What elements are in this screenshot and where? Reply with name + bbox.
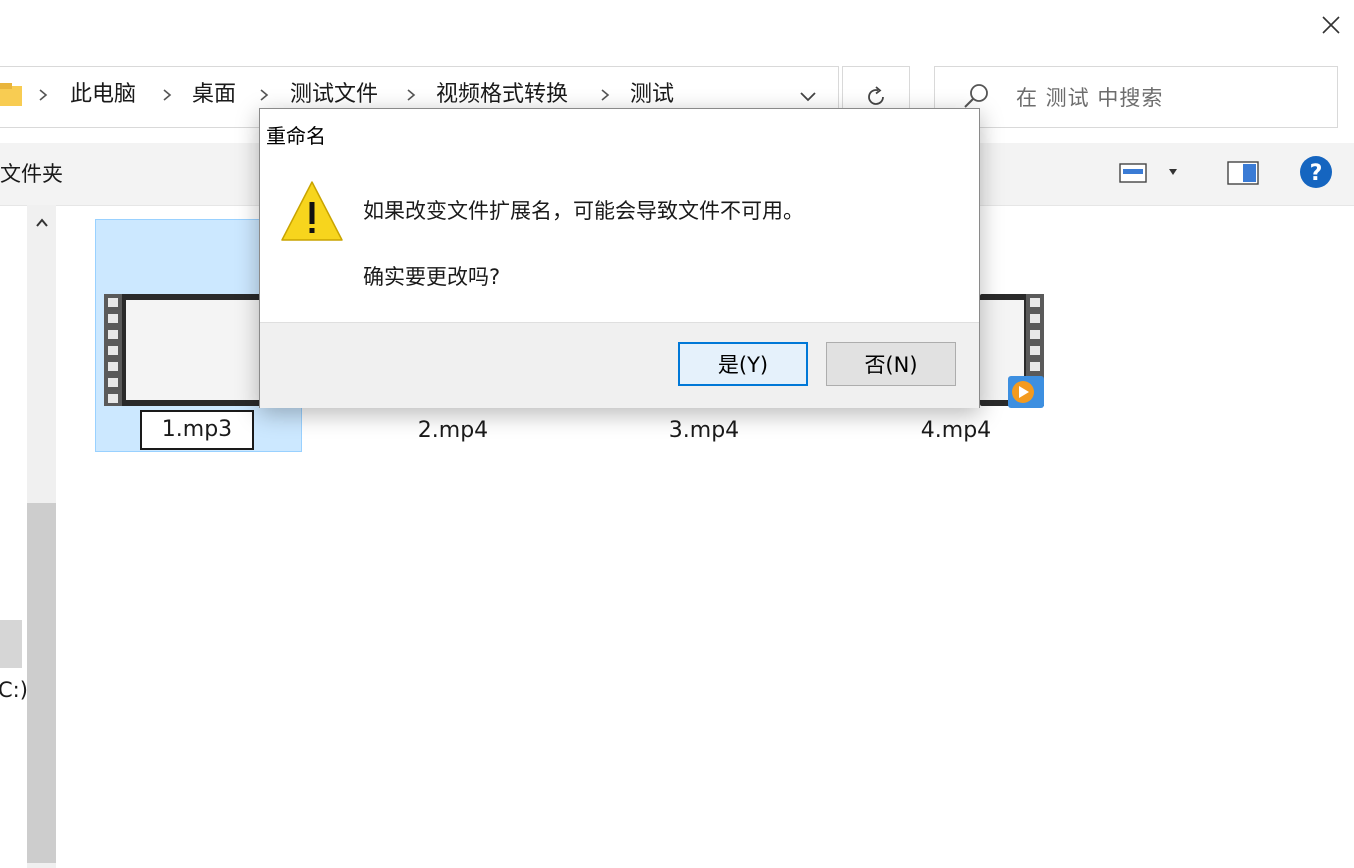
nav-drive-label[interactable]: C:)	[0, 678, 28, 702]
dialog-question: 确实要更改吗?	[363, 265, 501, 289]
chevron-right-icon[interactable]	[404, 84, 418, 106]
help-button[interactable]: ?	[1299, 155, 1333, 193]
preview-pane-button[interactable]	[1227, 160, 1261, 190]
chevron-right-icon[interactable]	[160, 84, 174, 106]
help-icon: ?	[1300, 156, 1332, 188]
breadcrumb-video-conversion[interactable]: 视频格式转换	[436, 80, 568, 110]
chevron-right-icon[interactable]	[36, 84, 50, 106]
view-icon	[1119, 163, 1177, 183]
chevron-down-icon	[800, 92, 816, 102]
view-options-button[interactable]	[1118, 160, 1188, 190]
rename-input[interactable]: 1.mp3	[140, 410, 254, 450]
chevron-right-icon[interactable]	[598, 84, 612, 106]
chevron-up-icon	[35, 218, 48, 227]
breadcrumb-test-files[interactable]: 测试文件	[290, 80, 378, 110]
yes-button[interactable]: 是(Y)	[678, 342, 808, 386]
close-icon	[1322, 16, 1340, 34]
dialog-message: 如果改变文件扩展名，可能会导致文件不可用。	[363, 199, 804, 223]
no-button[interactable]: 否(N)	[826, 342, 956, 386]
refresh-icon	[868, 86, 884, 105]
warning-icon	[279, 178, 345, 244]
breadcrumb-this-pc[interactable]: 此电脑	[70, 80, 136, 110]
nav-pane-scroll-thumb[interactable]	[27, 503, 56, 863]
svg-text:?: ?	[1310, 161, 1323, 186]
video-thumbnail	[104, 294, 264, 406]
breadcrumb-test[interactable]: 测试	[630, 80, 674, 110]
file-name[interactable]: 3.mp4	[614, 418, 794, 443]
new-folder-button[interactable]: 文件夹	[0, 158, 63, 188]
search-placeholder: 在 测试 中搜索	[1016, 86, 1164, 110]
dialog-title: 重命名	[266, 124, 326, 148]
preview-pane-icon	[1227, 161, 1259, 185]
scroll-up-button[interactable]	[27, 208, 56, 238]
breadcrumb-desktop[interactable]: 桌面	[192, 80, 236, 110]
file-name[interactable]: 4.mp4	[866, 418, 1046, 443]
folder-icon	[0, 80, 22, 108]
chevron-right-icon[interactable]	[257, 84, 271, 106]
media-player-icon	[1006, 374, 1046, 414]
close-button[interactable]	[1308, 6, 1354, 44]
nav-pane-selected-item[interactable]	[0, 620, 22, 668]
file-name[interactable]: 2.mp4	[363, 418, 543, 443]
